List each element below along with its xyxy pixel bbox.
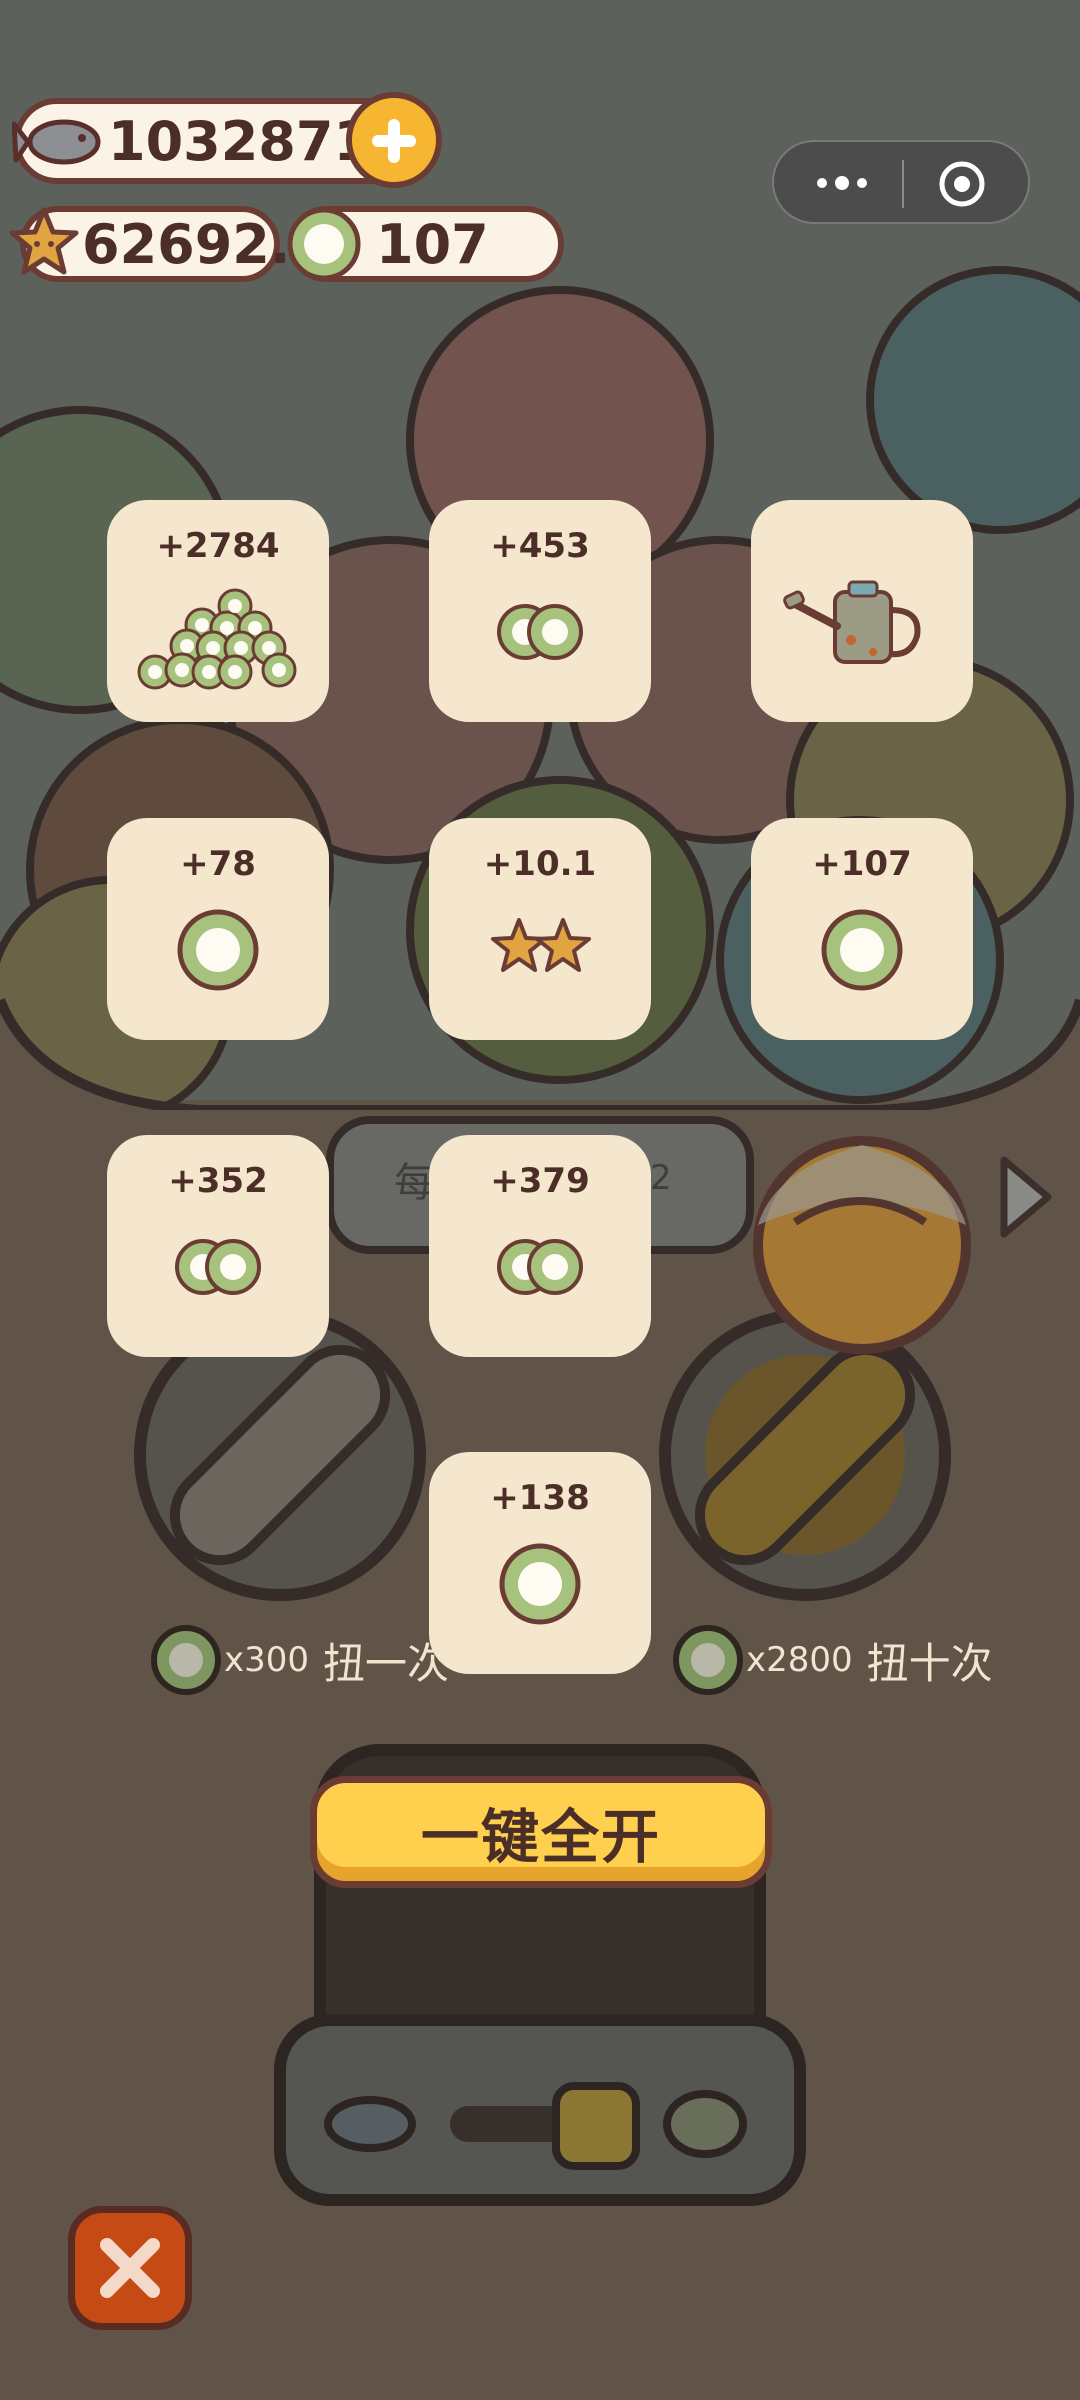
single-draw-cost[interactable]: x300 扭一次 xyxy=(148,1622,449,1698)
reward-amount: +379 xyxy=(490,1161,590,1201)
reward-card: +379 xyxy=(429,1135,651,1357)
reward-card: +138 xyxy=(429,1452,651,1674)
reward-card: +10.1 xyxy=(429,818,651,1040)
double-coin-icon xyxy=(497,1239,583,1295)
reward-card xyxy=(751,500,973,722)
single-draw-label: 扭一次 xyxy=(323,1638,450,1688)
ten-draw-cost-value: x2800 xyxy=(746,1640,853,1680)
coin-icon xyxy=(821,909,903,991)
double-coin-icon xyxy=(175,1239,261,1295)
close-mini-program-icon[interactable] xyxy=(938,160,986,208)
coin-icon xyxy=(499,1543,581,1625)
reward-card: +453 xyxy=(429,500,651,722)
reward-card: +107 xyxy=(751,818,973,1040)
coin-currency-value: 107 xyxy=(376,212,489,276)
reward-amount: +78 xyxy=(180,844,256,884)
double-star-icon xyxy=(491,918,591,972)
reward-card: +352 xyxy=(107,1135,329,1357)
reward-amount: +10.1 xyxy=(483,844,597,884)
watering-can-icon xyxy=(783,580,921,664)
ten-draw-cost[interactable]: x2800 扭十次 xyxy=(670,1622,993,1698)
reward-card: +2784 xyxy=(107,500,329,722)
coin-pile-icon xyxy=(137,588,297,690)
open-all-label: 一键全开 xyxy=(420,1803,661,1871)
gacha-coin-icon xyxy=(287,207,361,281)
close-button[interactable] xyxy=(68,2206,192,2330)
double-coin-icon xyxy=(497,604,583,660)
gacha-coin-icon xyxy=(151,1625,221,1695)
fish-icon xyxy=(12,119,101,165)
open-all-button[interactable]: 一键全开 xyxy=(310,1776,772,1888)
obscured-label-left: 每 xyxy=(394,1160,434,1206)
mini-program-capsule xyxy=(772,140,1030,224)
reward-card: +78 xyxy=(107,818,329,1040)
reward-amount: +453 xyxy=(490,526,590,566)
ten-draw-label: 扭十次 xyxy=(866,1638,993,1688)
coin-icon xyxy=(177,909,259,991)
single-draw-cost-value: x300 xyxy=(224,1640,310,1680)
star-icon xyxy=(9,207,79,275)
gacha-coin-icon xyxy=(673,1625,743,1695)
more-icon[interactable] xyxy=(812,168,872,198)
next-arrow-icon[interactable] xyxy=(996,1152,1056,1242)
reward-amount: +107 xyxy=(812,844,912,884)
reward-amount: +352 xyxy=(168,1161,268,1201)
close-icon xyxy=(100,2238,160,2298)
obscured-label-right: 2 xyxy=(650,1158,672,1198)
reward-amount: +2784 xyxy=(156,526,280,566)
reward-amount: +138 xyxy=(490,1478,590,1518)
add-fish-button[interactable] xyxy=(346,92,442,188)
